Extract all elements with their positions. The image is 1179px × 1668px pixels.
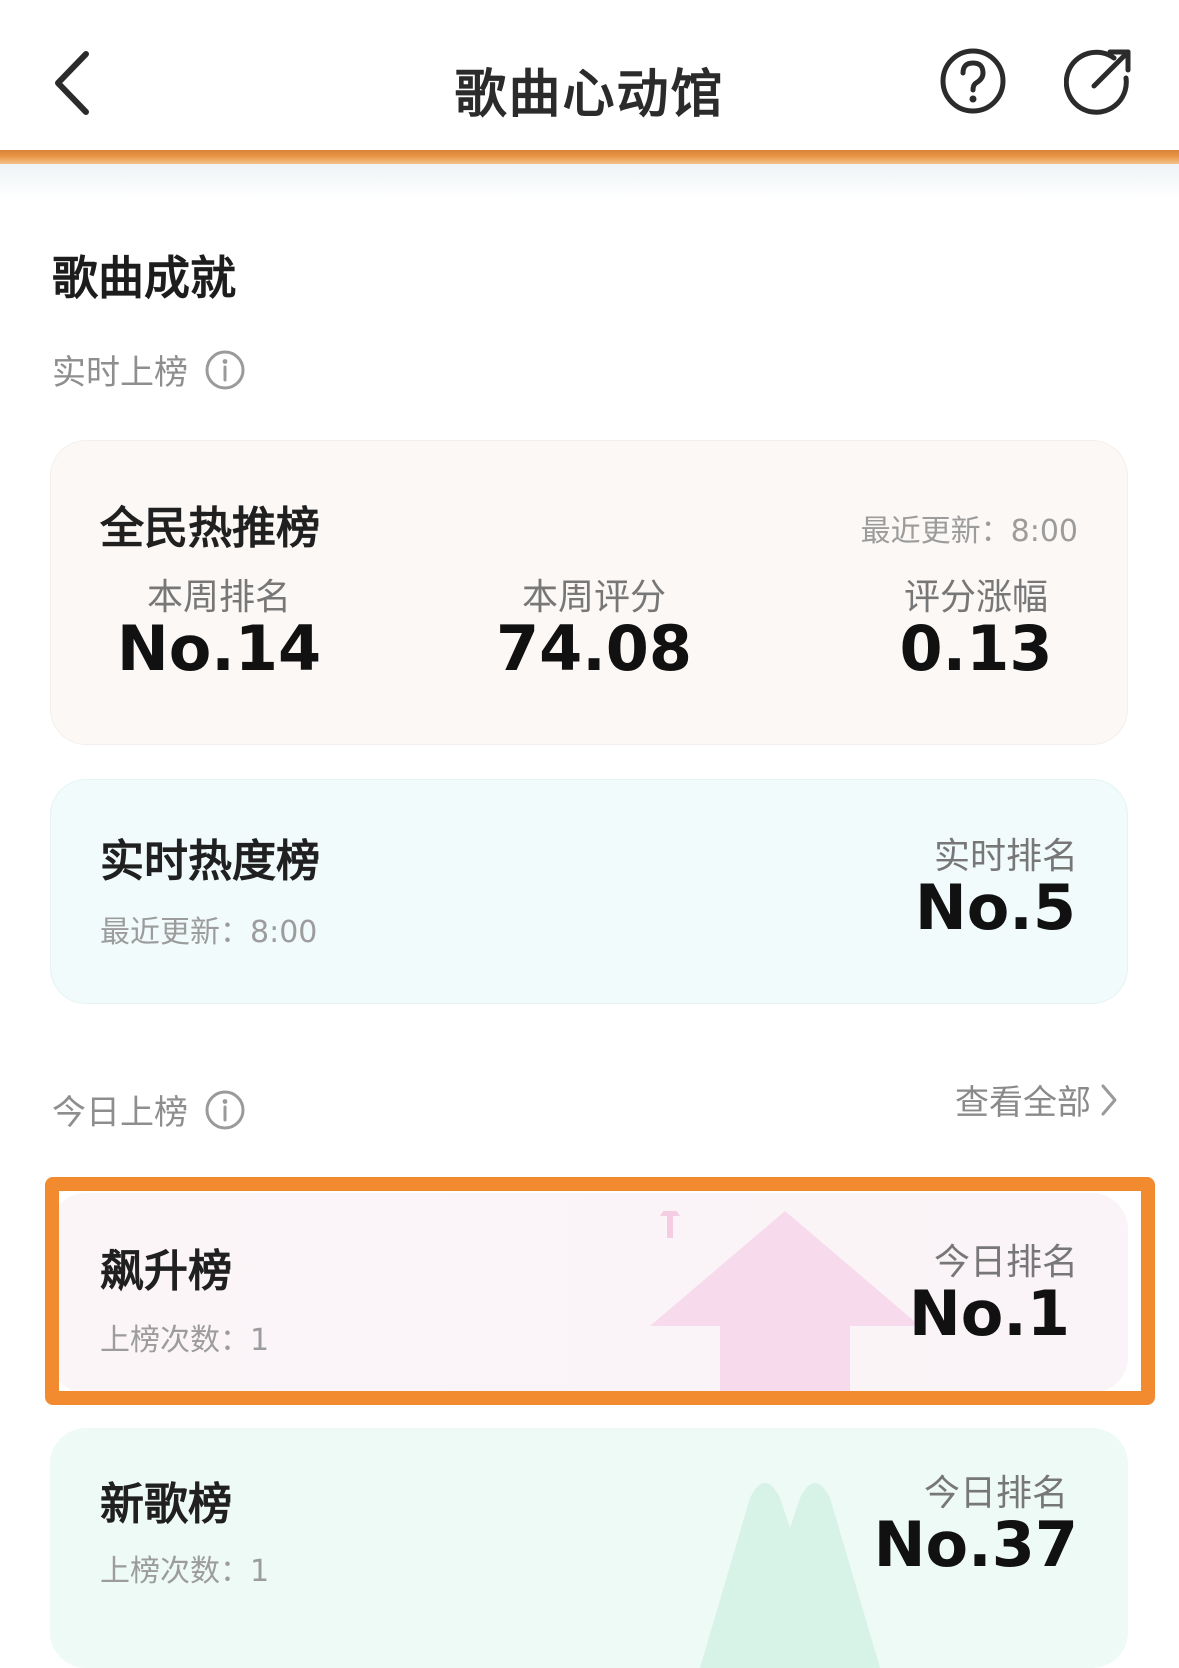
new-songs-card[interactable]: 新歌榜 上榜次数：1 今日排名 No.37 xyxy=(50,1428,1128,1668)
see-all-label: 查看全部 xyxy=(955,1083,1091,1123)
highlight-annotation xyxy=(45,1177,1155,1405)
update-time: 最近更新：8:00 xyxy=(860,514,1078,549)
info-icon[interactable] xyxy=(204,1089,246,1131)
metric-value: 0.13 xyxy=(899,612,1053,685)
top-bar: 歌曲心动馆 xyxy=(0,0,1179,150)
rank-value: No.37 xyxy=(873,1508,1078,1581)
share-icon xyxy=(1063,49,1131,115)
question-circle-icon xyxy=(940,48,1006,114)
metric-value: 74.08 xyxy=(495,612,693,685)
rank-value: No.5 xyxy=(914,871,1076,944)
share-button[interactable] xyxy=(1063,44,1136,116)
section-title: 歌曲成就 xyxy=(52,251,236,305)
header-shadow xyxy=(0,164,1179,200)
chevron-right-icon xyxy=(1101,1084,1117,1115)
info-icon[interactable] xyxy=(204,349,246,391)
card-title: 新歌榜 xyxy=(100,1479,232,1530)
chart-count: 上榜次数：1 xyxy=(100,1554,270,1589)
help-button[interactable] xyxy=(938,46,1008,116)
card-title: 实时热度榜 xyxy=(100,836,320,887)
today-chart-label: 今日上榜 xyxy=(52,1085,246,1134)
see-all-link[interactable]: 查看全部 xyxy=(955,1075,1119,1124)
realtime-chart-label-text: 实时上榜 xyxy=(52,353,188,393)
realtime-hot-card[interactable]: 实时热度榜 最近更新：8:00 实时排名 No.5 xyxy=(50,779,1128,1004)
update-time: 最近更新：8:00 xyxy=(100,915,318,950)
card-title: 全民热推榜 xyxy=(100,503,320,554)
header-divider xyxy=(0,150,1179,164)
hot-recommend-card[interactable]: 全民热推榜 最近更新：8:00 本周排名 No.14 本周评分 74.08 评分… xyxy=(50,440,1128,745)
realtime-chart-label: 实时上榜 xyxy=(52,345,246,394)
metric-value: No.14 xyxy=(116,612,322,685)
today-chart-label-text: 今日上榜 xyxy=(52,1093,188,1133)
